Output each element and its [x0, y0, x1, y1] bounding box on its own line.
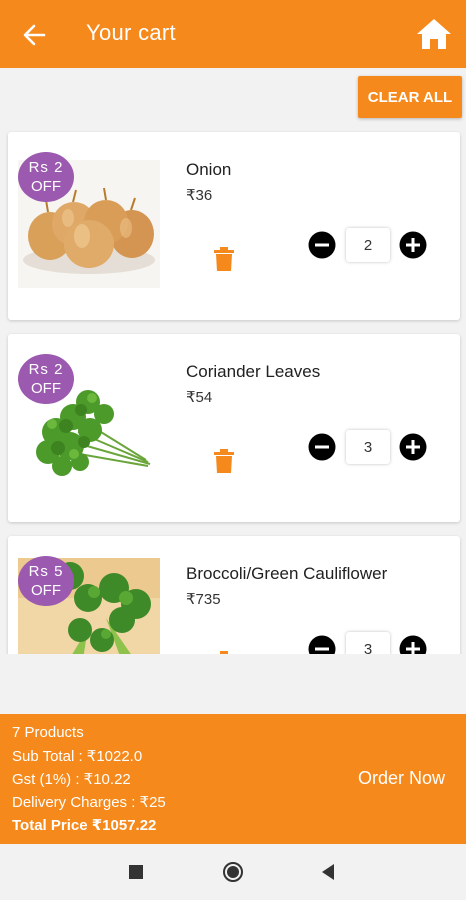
- products-count: 7 Products: [12, 724, 84, 741]
- plus-circle-icon: [399, 433, 427, 461]
- product-name: Onion: [186, 160, 232, 179]
- trash-icon: [214, 449, 234, 473]
- minus-circle-icon: [308, 635, 336, 654]
- decrease-quantity-button[interactable]: [308, 433, 336, 461]
- delete-item-button[interactable]: [212, 246, 236, 272]
- product-price: ₹36: [186, 187, 213, 204]
- trash-icon: [220, 651, 228, 654]
- decrease-quantity-button[interactable]: [308, 231, 336, 259]
- arrow-left-icon: [23, 24, 46, 46]
- home-button[interactable]: [414, 16, 454, 52]
- product-name: Broccoli/Green Cauliflower: [186, 564, 388, 583]
- delete-item-button[interactable]: [212, 650, 236, 654]
- minus-circle-icon: [308, 231, 336, 259]
- increase-quantity-button[interactable]: [399, 635, 427, 654]
- delete-item-button[interactable]: [212, 448, 236, 474]
- gst-amount: Gst (1%) : ₹10.22: [12, 771, 131, 788]
- home-icon: [417, 19, 451, 49]
- back-nav-button[interactable]: [320, 863, 336, 886]
- home-nav-button[interactable]: [222, 861, 244, 888]
- sub-total: Sub Total : ₹1022.0: [12, 748, 143, 765]
- cart-list[interactable]: Rs 2 OFF Onion ₹36 2 Rs 2 OFF Coriander …: [0, 126, 466, 654]
- cart-summary: 7 Products Sub Total : ₹1022.0 Gst (1%) …: [0, 714, 466, 844]
- delivery-charges: Delivery Charges : ₹25: [12, 794, 166, 811]
- clear-all-button[interactable]: CLEAR ALL: [358, 76, 462, 118]
- triangle-back-icon: [322, 864, 334, 880]
- app-bar: Your cart: [0, 0, 466, 68]
- product-price: ₹735: [186, 591, 221, 608]
- square-icon: [129, 865, 143, 879]
- system-nav-bar: [0, 844, 466, 900]
- cart-item: Rs 2 OFF Coriander Leaves ₹54 3: [8, 334, 460, 522]
- minus-circle-icon: [308, 433, 336, 461]
- plus-circle-icon: [399, 635, 427, 654]
- page-title: Your cart: [86, 20, 176, 45]
- decrease-quantity-button[interactable]: [308, 635, 336, 654]
- increase-quantity-button[interactable]: [399, 231, 427, 259]
- product-price: ₹54: [186, 389, 213, 406]
- quantity-value: 3: [346, 430, 390, 464]
- product-name: Coriander Leaves: [186, 362, 321, 381]
- recents-button[interactable]: [128, 864, 144, 885]
- trash-icon: [214, 247, 234, 271]
- plus-circle-icon: [399, 231, 427, 259]
- quantity-value: 2: [346, 228, 390, 262]
- circle-icon: [223, 862, 243, 882]
- total-price: Total Price ₹1057.22: [12, 817, 157, 834]
- back-button[interactable]: [16, 18, 52, 52]
- discount-badge: Rs 5 OFF: [18, 556, 74, 606]
- increase-quantity-button[interactable]: [399, 433, 427, 461]
- order-now-button[interactable]: Order Now: [358, 768, 445, 789]
- cart-item: Rs 5 OFF Broccoli/Green Cauliflower ₹735…: [8, 536, 460, 654]
- quantity-value: 3: [346, 632, 390, 654]
- cart-item: Rs 2 OFF Onion ₹36 2: [8, 132, 460, 320]
- discount-badge: Rs 2 OFF: [18, 354, 74, 404]
- discount-badge: Rs 2 OFF: [18, 152, 74, 202]
